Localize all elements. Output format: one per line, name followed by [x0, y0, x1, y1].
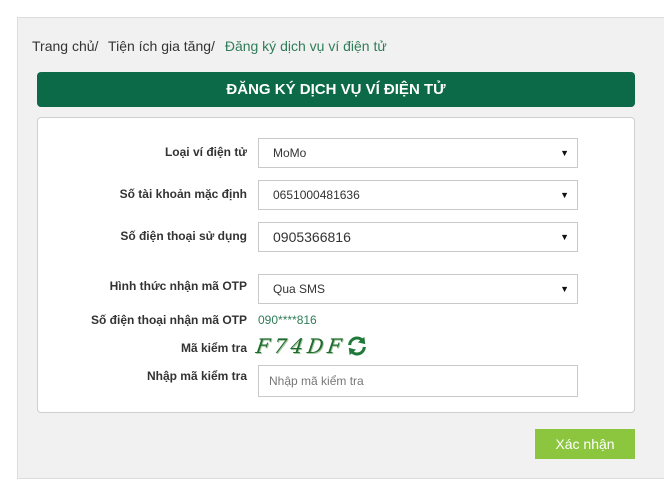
otp-method-value: Qua SMS [273, 282, 326, 296]
phone-used-select[interactable]: 0905366816 ▼ [258, 222, 578, 252]
default-account-select[interactable]: 0651000481636 ▼ [258, 180, 578, 210]
breadcrumb-current: Đăng ký dịch vụ ví điện tử [224, 38, 387, 54]
default-account-label: Số tài khoản mặc định [119, 187, 247, 201]
phone-used-value: 0905366816 [273, 229, 351, 245]
submit-button[interactable]: Xác nhận [535, 429, 635, 459]
default-account-value: 0651000481636 [273, 188, 360, 202]
form-title: ĐĂNG KÝ DỊCH VỤ VÍ ĐIỆN TỬ [226, 81, 446, 98]
captcha-input[interactable] [258, 365, 578, 397]
otp-phone-value: 090****816 [258, 313, 317, 327]
wallet-type-select[interactable]: MoMo ▼ [258, 138, 578, 168]
wallet-type-value: MoMo [273, 146, 307, 160]
refresh-icon[interactable] [346, 335, 368, 357]
breadcrumb: Trang chủ/ Tiện ích gia tăng/ Đăng ký dị… [32, 38, 387, 54]
chevron-down-icon: ▼ [560, 148, 569, 158]
chevron-down-icon: ▼ [560, 190, 569, 200]
chevron-down-icon: ▼ [560, 232, 569, 242]
captcha-input-label: Nhập mã kiểm tra [146, 369, 247, 383]
captcha-image: F74DF [254, 334, 348, 358]
breadcrumb-utilities[interactable]: Tiện ích gia tăng [108, 38, 211, 54]
form-title-bar: ĐĂNG KÝ DỊCH VỤ VÍ ĐIỆN TỬ [37, 72, 635, 107]
captcha-label: Mã kiểm tra [180, 341, 247, 355]
breadcrumb-separator: / [211, 38, 215, 54]
otp-method-select[interactable]: Qua SMS ▼ [258, 274, 578, 304]
breadcrumb-separator: / [94, 38, 99, 54]
breadcrumb-home[interactable]: Trang chủ [32, 38, 95, 54]
wallet-type-label: Loại ví điện tử [164, 145, 247, 159]
otp-method-label: Hình thức nhận mã OTP [109, 279, 247, 293]
chevron-down-icon: ▼ [560, 284, 569, 294]
phone-used-label: Số điện thoại sử dụng [120, 229, 247, 243]
otp-phone-label: Số điện thoại nhận mã OTP [90, 313, 247, 327]
